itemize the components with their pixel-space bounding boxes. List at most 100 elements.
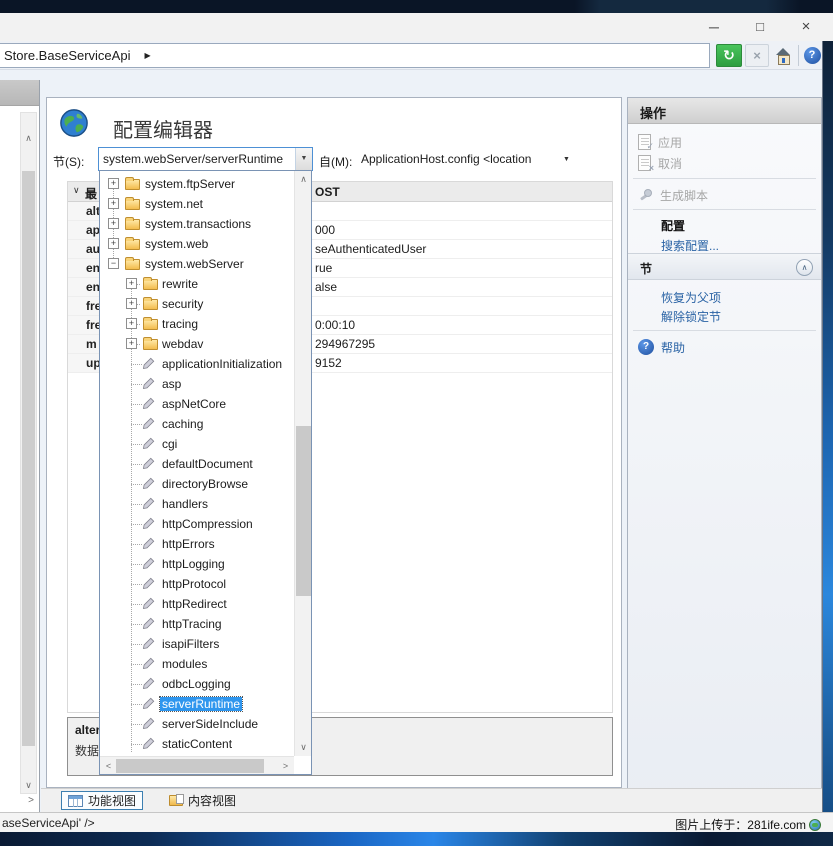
tree-item[interactable]: handlers (100, 494, 294, 514)
tree-item[interactable]: odbcLogging (100, 674, 294, 694)
tree-hscrollbar[interactable]: < > (100, 756, 294, 774)
tree-item-label: httpRedirect (162, 597, 227, 611)
collapse-section-button[interactable]: ∧ (796, 259, 813, 276)
close-button[interactable]: × (788, 13, 824, 41)
tree-item[interactable]: +system.transactions (100, 214, 294, 234)
pencil-icon (142, 657, 155, 673)
section-label: 节(S): (53, 153, 84, 170)
help-icon: ? (804, 47, 821, 64)
folder-icon (143, 319, 158, 330)
tree-item[interactable]: caching (100, 414, 294, 434)
property-value: 9152 (315, 356, 342, 370)
grid-header-left-text: 最 (85, 185, 97, 202)
scroll-down-icon[interactable]: ∨ (296, 740, 311, 755)
generate-script-label: 生成脚本 (660, 187, 708, 204)
stop-button[interactable]: × (745, 44, 769, 67)
tree-item[interactable]: httpErrors (100, 534, 294, 554)
tree-expander-icon[interactable]: + (126, 278, 137, 289)
actions-panel: 操作 ✓ 应用 × 取消 生成脚本 配置 搜索配置... 节 ∧ 恢复为父项 解… (627, 97, 822, 810)
refresh-button[interactable]: ↻ (716, 44, 742, 67)
tree-item[interactable]: aspNetCore (100, 394, 294, 414)
tree-item[interactable]: applicationInitialization (100, 354, 294, 374)
help-button[interactable]: ? (801, 44, 823, 67)
tree-item[interactable]: httpRedirect (100, 594, 294, 614)
tree-expander-icon[interactable]: + (108, 178, 119, 189)
folder-icon (125, 219, 140, 230)
scroll-up-icon[interactable]: ∧ (296, 172, 311, 187)
from-combobox[interactable]: ApplicationHost.config <location ▼ (357, 147, 587, 171)
tree-item[interactable]: httpProtocol (100, 574, 294, 594)
tree-item-label: httpProtocol (162, 577, 226, 591)
tree-expander-icon[interactable]: + (126, 318, 137, 329)
tree-item[interactable]: + system.ftpServer (100, 174, 294, 194)
scrollbar-thumb[interactable] (116, 759, 264, 773)
minimize-button[interactable]: ─ (696, 13, 732, 41)
revert-parent-label: 恢复为父项 (661, 289, 721, 306)
tree-item[interactable]: +webdav (100, 334, 294, 354)
from-combobox-caret-icon[interactable]: ▼ (563, 156, 570, 163)
scrollbar-thumb[interactable] (22, 171, 35, 746)
apply-action[interactable]: ✓ 应用 (638, 132, 682, 152)
tree-item[interactable]: +system.net (100, 194, 294, 214)
tree-expander-icon[interactable]: + (126, 298, 137, 309)
pencil-icon (142, 417, 155, 433)
tree-item[interactable]: +security (100, 294, 294, 314)
tree-item[interactable] (100, 754, 294, 755)
tree-vscrollbar[interactable]: ∧ ∨ (294, 171, 311, 756)
tree-expander-icon[interactable]: − (108, 258, 119, 269)
content-view-icon (169, 795, 183, 806)
pencil-icon (142, 537, 155, 553)
pencil-icon (142, 637, 155, 653)
scroll-left-icon[interactable]: < (101, 759, 116, 774)
unlock-section-link[interactable]: 解除锁定节 (661, 306, 721, 326)
watermark-text: 图片上传于：281ife.com (675, 816, 806, 833)
tree-item[interactable]: defaultDocument (100, 454, 294, 474)
revert-parent-link[interactable]: 恢复为父项 (661, 287, 721, 307)
tree-expander-icon[interactable]: + (108, 218, 119, 229)
tree-item[interactable]: httpLogging (100, 554, 294, 574)
pencil-icon (142, 677, 155, 693)
address-bar[interactable]: Store.BaseServiceApi ▶ (0, 43, 710, 68)
tree-item[interactable]: cgi (100, 434, 294, 454)
scroll-down-icon[interactable]: ∨ (21, 778, 36, 793)
tree-item[interactable]: +system.web (100, 234, 294, 254)
tree-expander-icon[interactable]: + (108, 238, 119, 249)
section-combobox-caret-icon[interactable]: ▼ (295, 148, 312, 170)
breadcrumb-arrow-icon[interactable]: ▶ (144, 51, 150, 60)
tree-item-label: system.ftpServer (145, 177, 235, 191)
tree-item[interactable]: directoryBrowse (100, 474, 294, 494)
cancel-action[interactable]: × 取消 (638, 153, 682, 173)
pencil-icon (142, 717, 155, 733)
generate-script-action[interactable]: 生成脚本 (638, 185, 708, 205)
tree-item[interactable]: httpCompression (100, 514, 294, 534)
tab-features-view[interactable]: 功能视图 (61, 791, 143, 810)
help-action[interactable]: ? 帮助 (638, 337, 685, 357)
tree-item-label: serverRuntime (160, 697, 242, 711)
tree-item[interactable]: +tracing (100, 314, 294, 334)
tree-item[interactable]: modules (100, 654, 294, 674)
tree-item[interactable]: staticContent (100, 734, 294, 754)
connections-vscrollbar[interactable]: ∧ ∨ (20, 112, 37, 794)
tree-item[interactable]: isapiFilters (100, 634, 294, 654)
maximize-button[interactable]: □ (742, 13, 778, 41)
tree-expander-icon[interactable]: + (108, 198, 119, 209)
tree-item[interactable]: − system.webServer (100, 254, 294, 274)
tab-content-view[interactable]: 内容视图 (163, 791, 242, 810)
scroll-up-icon[interactable]: ∧ (21, 131, 36, 146)
tree-item[interactable]: asp (100, 374, 294, 394)
tree-item[interactable]: serverSideInclude (100, 714, 294, 734)
search-config-link[interactable]: 搜索配置... (661, 235, 719, 255)
property-value: 294967295 (315, 337, 375, 351)
tree-expander-icon[interactable]: + (126, 338, 137, 349)
home-button[interactable] (771, 44, 795, 67)
tree-item[interactable]: httpTracing (100, 614, 294, 634)
tree-item[interactable]: +rewrite (100, 274, 294, 294)
scrollbar-thumb[interactable] (296, 426, 311, 596)
scroll-right-icon[interactable]: > (24, 794, 38, 808)
section-combobox[interactable]: system.webServer/serverRuntime ▼ (98, 147, 313, 171)
scroll-right-icon[interactable]: > (278, 759, 293, 774)
tree-item-label: odbcLogging (162, 677, 231, 691)
tree-item[interactable]: serverRuntime (100, 694, 294, 714)
tree-item-label: system.webServer (145, 257, 244, 271)
category-collapse-icon[interactable]: ∨ (73, 185, 80, 196)
